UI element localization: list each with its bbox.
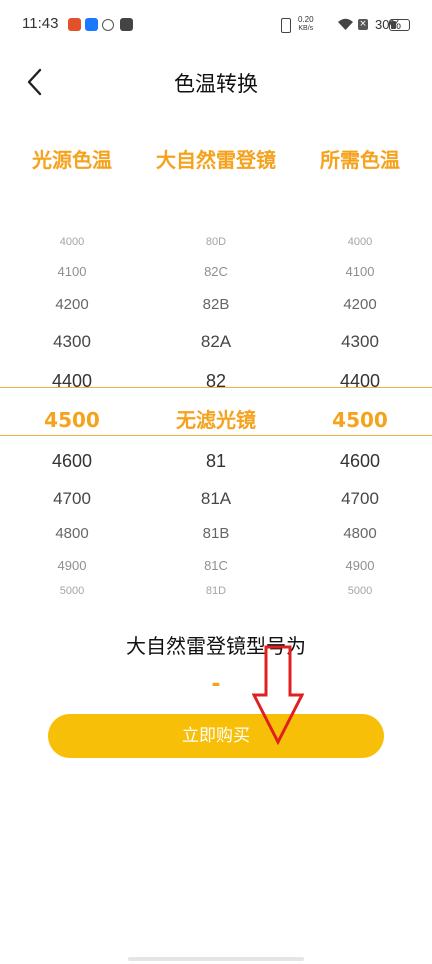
picker-item[interactable]: 4700 (0, 490, 144, 507)
picker-column-filter[interactable]: 80D 82C 82B 82A 82 无滤光镜 81 81A 81B 81C 81D (144, 220, 288, 600)
picker-item[interactable]: 4000 (288, 237, 432, 248)
picker-item[interactable]: 4900 (0, 559, 144, 572)
home-indicator[interactable] (128, 957, 304, 961)
status-time: 11:43 (22, 15, 59, 32)
result-label: 大自然雷登镜型号为 (126, 634, 306, 658)
picker-item[interactable]: 81D (144, 586, 288, 597)
column-header-filter: 大自然雷登镜 (156, 148, 276, 172)
wifi-icon (338, 18, 353, 30)
picker-item[interactable]: 81A (144, 490, 288, 507)
network-speed-unit: KB/s (298, 25, 314, 32)
picker-item[interactable]: 4400 (0, 372, 144, 390)
picker-item[interactable]: 81 (144, 452, 288, 470)
picker-item[interactable]: 4600 (288, 452, 432, 470)
picker-item[interactable]: 5000 (288, 586, 432, 597)
picker-item[interactable]: 4000 (0, 237, 144, 248)
status-bar: 11:43 0.20 KB/s × 30% (0, 0, 432, 52)
buy-now-button[interactable]: 立即购买 (48, 714, 384, 758)
alipay-notification-icon (85, 18, 98, 31)
network-speed-value: 0.20 (298, 15, 314, 24)
column-header-target: 所需色温 (320, 148, 400, 172)
picker-column-light-source[interactable]: 4000 4100 4200 4300 4400 4500 4600 4700 4800 4900… (0, 220, 144, 600)
no-sim-icon: × (358, 19, 368, 30)
battery-icon (389, 19, 410, 31)
picker-item[interactable]: 82A (144, 333, 288, 350)
picker-item[interactable]: 4200 (288, 297, 432, 312)
taobao-notification-icon (68, 18, 81, 31)
result-value: - (211, 672, 221, 697)
picker-item[interactable]: 5000 (0, 586, 144, 597)
picker-item[interactable]: 4600 (0, 452, 144, 470)
picker-item[interactable]: 81C (144, 559, 288, 572)
picker-item[interactable]: 82B (144, 297, 288, 312)
picker-item[interactable]: 4400 (288, 372, 432, 390)
network-speed: 0.20 KB/s (298, 15, 314, 33)
annotation-arrow-icon (252, 645, 304, 745)
picker-item[interactable]: 80D (144, 237, 288, 248)
picker-column-target[interactable]: 4000 4100 4200 4300 4400 4500 4600 4700 4800 4900… (288, 220, 432, 600)
picker-item[interactable]: 4100 (0, 265, 144, 278)
picker-item[interactable]: 4200 (0, 297, 144, 312)
picker-item[interactable]: 4800 (0, 526, 144, 541)
picker-item[interactable]: 81B (144, 526, 288, 541)
picker-item[interactable]: 82 (144, 372, 288, 390)
sync-notification-icon (102, 19, 114, 31)
picker-item[interactable]: 4100 (288, 265, 432, 278)
picker-item-selected[interactable]: 4500 (0, 410, 144, 430)
vibrate-icon (281, 18, 291, 33)
picker-item[interactable]: 4800 (288, 526, 432, 541)
picker-item-selected[interactable]: 4500 (288, 410, 432, 430)
page-title: 色温转换 (174, 72, 258, 96)
picker-item[interactable]: 4900 (288, 559, 432, 572)
picker-item[interactable]: 4300 (0, 333, 144, 350)
picker-item[interactable]: 82C (144, 265, 288, 278)
column-header-light-source: 光源色温 (32, 148, 112, 172)
color-temperature-picker: 4000 4100 4200 4300 4400 4500 4600 4700 4800 4900… (0, 220, 432, 600)
message-notification-icon (120, 18, 133, 31)
picker-item-selected[interactable]: 无滤光镜 (144, 410, 288, 430)
picker-item[interactable]: 4700 (288, 490, 432, 507)
picker-item[interactable]: 4300 (288, 333, 432, 350)
